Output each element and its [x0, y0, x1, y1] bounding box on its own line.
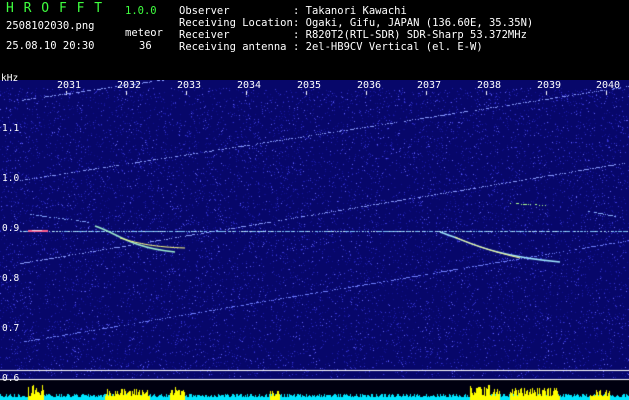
- info-label-observer: Observer: [179, 5, 230, 17]
- datetime-label: 25.08.10 20:30: [6, 40, 95, 52]
- y-tick-label: 0.9: [2, 223, 20, 234]
- info-label-location: Receiving Location: [179, 17, 293, 29]
- x-tick-label: 2036: [357, 80, 382, 91]
- y-tick-label: 1.0: [2, 173, 20, 184]
- x-tick-label: 2038: [477, 80, 502, 91]
- info-value-location: : Ogaki, Gifu, JAPAN (136.60E, 35.35N): [293, 17, 534, 29]
- info-value-observer: : Takanori Kawachi: [293, 5, 407, 17]
- y-tick-label: 1.1: [2, 123, 20, 134]
- header-panel: H R O F F T 1.0.0 2508102030.png meteor …: [0, 0, 629, 80]
- meteor-label: meteor: [125, 27, 163, 39]
- info-label-antenna: Receiving antenna: [179, 41, 287, 53]
- x-tick-label: 2035: [297, 80, 322, 91]
- app-name: H R O F F T: [6, 1, 104, 16]
- x-tick-label: 2032: [117, 80, 142, 91]
- y-axis-unit: kHz: [1, 73, 19, 84]
- spectrogram-canvas: [0, 80, 629, 400]
- x-tick-label: 2040: [596, 80, 621, 91]
- x-tick-label: 2037: [417, 80, 442, 91]
- x-tick-label: 2031: [57, 80, 82, 91]
- filename-label: 2508102030.png: [6, 20, 95, 32]
- app-version: 1.0.0: [125, 5, 157, 17]
- x-tick-label: 2033: [177, 80, 202, 91]
- y-tick-label: 0.6: [2, 373, 20, 384]
- x-tick-label: 2039: [537, 80, 562, 91]
- meteor-count: 36: [139, 40, 152, 52]
- y-tick-label: 0.7: [2, 323, 20, 334]
- info-value-receiver: : R820T2(RTL-SDR) SDR-Sharp 53.372MHz: [293, 29, 527, 41]
- info-label-receiver: Receiver: [179, 29, 230, 41]
- info-value-antenna: : 2el-HB9CV Vertical (el. E-W): [293, 41, 483, 53]
- y-tick-label: 0.8: [2, 273, 20, 284]
- x-tick-label: 2034: [237, 80, 262, 91]
